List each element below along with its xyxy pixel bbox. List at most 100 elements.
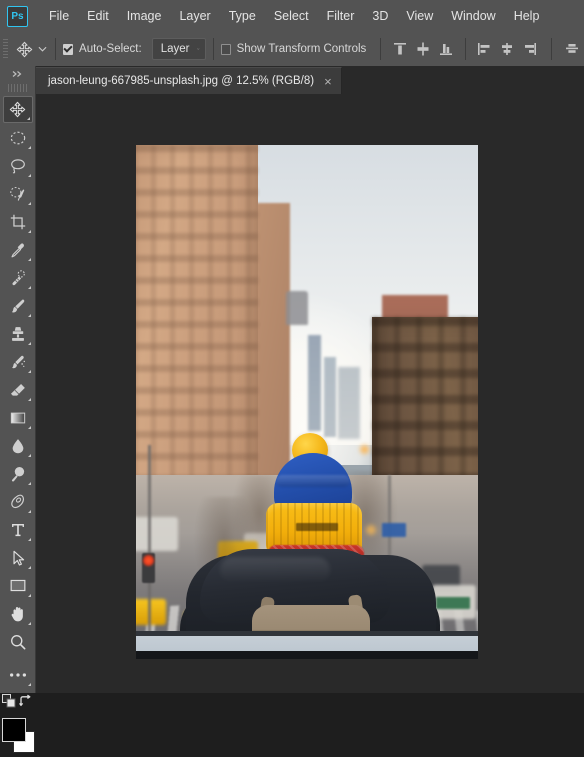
close-icon[interactable]: × [324, 75, 332, 88]
spot-healing-brush-tool-icon [11, 269, 25, 285]
tool-dodge-tool[interactable] [3, 460, 33, 487]
photo-green-street-sign [436, 597, 470, 609]
tool-flyout-indicator [27, 622, 31, 625]
options-divider-5 [550, 38, 552, 60]
align-bottom-edges-button[interactable] [437, 37, 454, 61]
foreground-color-swatch[interactable] [1, 718, 26, 742]
eraser-tool-icon [10, 383, 25, 396]
tool-horizontal-type-tool[interactable] [3, 516, 33, 543]
align-horizontal-centers-button[interactable] [499, 37, 516, 61]
chevron-down-icon [197, 48, 200, 50]
tool-rectangle-tool[interactable] [3, 572, 33, 599]
tool-zoom-tool[interactable] [3, 628, 33, 655]
tool-hand-tool[interactable] [3, 600, 33, 627]
align-top-edges-button[interactable] [391, 37, 408, 61]
crop-tool-icon [10, 214, 25, 229]
align-left-edges-button[interactable] [476, 37, 493, 61]
gradient-tool-icon [10, 412, 25, 423]
photo-jacket-hood-highlight [220, 557, 330, 583]
tool-lasso-tool[interactable] [3, 152, 33, 179]
menu-edit[interactable]: Edit [78, 5, 118, 27]
tool-flyout-indicator [27, 146, 31, 149]
tool-flyout-indicator [27, 314, 31, 317]
photo-bokeh-3 [360, 445, 369, 454]
auto-select-target-dropdown[interactable]: Layer [151, 38, 206, 60]
default-colors-button[interactable] [2, 694, 16, 713]
current-tool-icon[interactable] [12, 36, 36, 62]
tool-brush-tool[interactable] [3, 292, 33, 319]
tool-pen-tool[interactable] [3, 488, 33, 515]
tool-crop-tool[interactable] [3, 208, 33, 235]
type-tool-icon [11, 523, 24, 536]
tool-preset-chevron-down-icon[interactable] [36, 36, 48, 62]
rectangle-tool-icon [10, 579, 25, 592]
options-bar-grip[interactable] [3, 39, 9, 59]
tool-flyout-indicator [27, 230, 31, 233]
tool-eyedropper-tool[interactable] [3, 236, 33, 263]
photo-beanie-fold-highlight [276, 475, 350, 487]
tool-history-brush-tool[interactable] [3, 348, 33, 375]
eyedropper-tool-icon [10, 242, 24, 257]
align-vertical-centers-button[interactable] [414, 37, 431, 61]
elliptical-marquee-tool-icon [10, 131, 25, 144]
options-divider-2 [212, 38, 214, 60]
tool-spot-healing-brush-tool[interactable] [3, 264, 33, 291]
photo-left-building-windows [136, 145, 258, 525]
tool-flyout-indicator [27, 174, 31, 177]
photoshop-window: Ps File Edit Image Layer Type Select Fil… [0, 0, 584, 753]
double-chevron-right-icon [12, 71, 21, 77]
swap-colors-button[interactable] [19, 694, 33, 713]
photoshop-logo-icon: Ps [7, 5, 28, 27]
tools-panel-grip[interactable] [7, 84, 28, 92]
photo-bottom-edge [136, 651, 478, 659]
photo-light-pole-left [148, 445, 151, 635]
document-canvas[interactable] [136, 145, 478, 659]
menu-filter[interactable]: Filter [318, 5, 364, 27]
tool-eraser-tool[interactable] [3, 376, 33, 403]
blur-tool-icon [12, 438, 23, 453]
tool-flyout-indicator [27, 370, 31, 373]
tool-flyout-indicator [26, 117, 30, 120]
menu-image[interactable]: Image [118, 5, 171, 27]
tools-panel-collapse-button[interactable] [0, 66, 35, 82]
photo-blue-street-sign [382, 523, 406, 537]
menu-type[interactable]: Type [220, 5, 265, 27]
menu-help[interactable]: Help [505, 5, 549, 27]
tool-flyout-indicator [27, 538, 31, 541]
tool-clone-stamp-tool[interactable] [3, 320, 33, 347]
tool-flyout-indicator [27, 683, 31, 686]
auto-select-checkbox[interactable] [63, 43, 74, 55]
menu-window[interactable]: Window [442, 5, 504, 27]
photo-distant-tower-b [324, 357, 336, 437]
tool-flyout-indicator [27, 258, 31, 261]
tool-edit-toolbar-tool[interactable] [3, 661, 33, 688]
align-right-edges-button[interactable] [522, 37, 539, 61]
tool-path-selection-tool[interactable] [3, 544, 33, 571]
tool-move-tool[interactable] [2, 96, 33, 123]
photo-white-van-left-2 [136, 517, 178, 551]
tool-gradient-tool[interactable] [3, 404, 33, 431]
tool-flyout-indicator [27, 482, 31, 485]
canvas-area[interactable] [36, 94, 584, 693]
show-transform-controls-checkbox[interactable] [220, 43, 231, 55]
tool-quick-selection-tool[interactable] [3, 180, 33, 207]
tools-panel [0, 66, 36, 753]
menu-bar: Ps File Edit Image Layer Type Select Fil… [0, 0, 584, 32]
tool-blur-tool[interactable] [3, 432, 33, 459]
document-tab[interactable]: jason-leung-667985-unsplash.jpg @ 12.5% … [36, 67, 342, 94]
menu-3d[interactable]: 3D [363, 5, 397, 27]
hand-tool-icon [11, 606, 23, 621]
pen-tool-icon [10, 494, 24, 508]
menu-file[interactable]: File [40, 5, 78, 27]
distribute-vertical-button[interactable] [564, 37, 581, 61]
tool-elliptical-marquee-tool[interactable] [3, 124, 33, 151]
menu-layer[interactable]: Layer [170, 5, 219, 27]
menu-select[interactable]: Select [265, 5, 318, 27]
color-swatches [1, 717, 35, 757]
brush-tool-icon [11, 298, 24, 312]
tool-flyout-indicator [27, 454, 31, 457]
history-brush-tool-icon [11, 355, 25, 368]
clone-stamp-tool-icon [11, 326, 24, 341]
menu-view[interactable]: View [397, 5, 442, 27]
swap-colors-icon [19, 694, 31, 707]
